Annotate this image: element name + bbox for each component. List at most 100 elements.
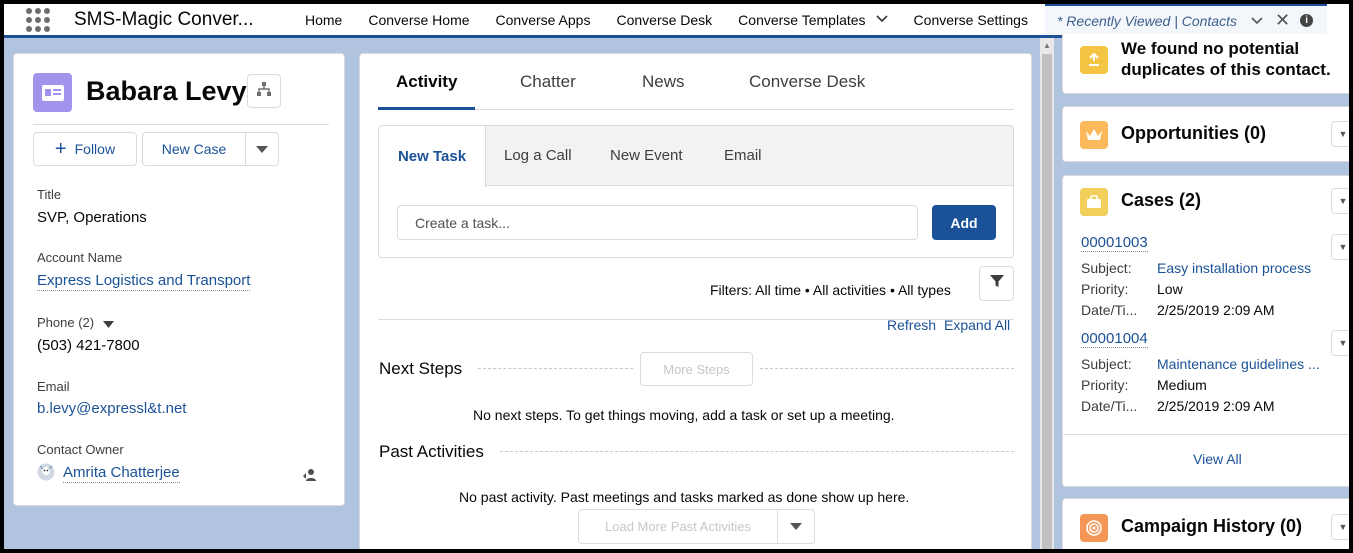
page-scrollbar[interactable]: ▲ (1040, 38, 1054, 549)
activity-panel: Activity Chatter News Converse Desk New … (359, 53, 1032, 549)
account-name-link[interactable]: Express Logistics and Transport (37, 272, 251, 291)
chevron-down-icon[interactable] (875, 14, 888, 26)
campaign-menu-button[interactable]: ▼ (1331, 514, 1349, 540)
next-steps-title: Next Steps (379, 359, 463, 378)
add-button[interactable]: Add (932, 205, 996, 240)
filter-button[interactable] (979, 266, 1014, 301)
follow-button[interactable]: + Follow (33, 132, 137, 166)
duplicates-message-line: duplicates of this contact. (1121, 60, 1331, 79)
case-subject-link[interactable]: Easy installation process (1157, 260, 1311, 276)
case-date-value: 2/25/2019 2:09 AM (1157, 302, 1275, 318)
tab-email[interactable]: Email (724, 147, 762, 164)
nav-item-home[interactable]: Home (292, 4, 355, 35)
caret-down-icon (256, 141, 268, 157)
duplicates-message: We found no potential duplicates of this… (1121, 38, 1331, 80)
app-launcher-icon[interactable] (26, 7, 50, 32)
more-steps-button[interactable]: More Steps (640, 352, 753, 386)
nav-item-converse-settings[interactable]: Converse Settings (901, 4, 1041, 35)
contact-owner-link[interactable]: Amrita Chatterjee (63, 464, 180, 483)
new-case-button[interactable]: New Case (142, 132, 246, 166)
case-subject-link[interactable]: Maintenance guidelines ... (1157, 356, 1320, 372)
divider (760, 368, 1014, 369)
campaign-history-card: Campaign History (0) ▼ (1062, 498, 1349, 549)
tab-new-event[interactable]: New Event (610, 147, 683, 164)
contact-owner-label: Contact Owner (37, 442, 124, 457)
tab-recently-viewed-contacts[interactable]: * Recently Viewed | Contacts ✕ i (1044, 4, 1327, 35)
email-label: Email (37, 379, 70, 394)
divider (1063, 434, 1349, 435)
campaign-icon (1080, 514, 1108, 542)
case-date-label: Date/Ti... (1081, 302, 1138, 318)
load-more-dropdown[interactable] (777, 509, 815, 544)
app-frame: SMS-Magic Conver... Home Converse Home C… (4, 4, 1349, 549)
opportunities-menu-button[interactable]: ▼ (1331, 121, 1349, 147)
cases-title[interactable]: Cases (2) (1121, 190, 1201, 211)
follow-label: Follow (74, 141, 116, 157)
cases-menu-button[interactable]: ▼ (1331, 188, 1349, 214)
contact-highlights-panel: Babara Levy + Follow New Case Title SVP,… (13, 53, 345, 506)
cases-card: Cases (2) ▼ 00001003 ▼ Subject: Easy ins… (1062, 175, 1349, 487)
account-name-label: Account Name (37, 250, 123, 265)
close-icon[interactable]: ✕ (1275, 10, 1290, 31)
past-activities-title: Past Activities (379, 442, 484, 461)
hierarchy-button[interactable] (247, 74, 281, 108)
caret-down-icon: ▼ (1338, 129, 1348, 139)
tab-label: * Recently Viewed | Contacts (1056, 12, 1237, 29)
case-priority-value: Medium (1157, 377, 1207, 393)
refresh-link[interactable]: Refresh (887, 317, 936, 333)
tab-activity[interactable]: Activity (378, 72, 476, 110)
tab-chatter[interactable]: Chatter (520, 72, 576, 110)
caret-down-icon[interactable] (102, 316, 114, 331)
campaign-history-title[interactable]: Campaign History (0) (1121, 516, 1302, 537)
tab-log-a-call[interactable]: Log a Call (504, 147, 572, 164)
more-actions-dropdown[interactable] (245, 132, 279, 166)
contact-icon (33, 73, 72, 112)
tab-converse-desk[interactable]: Converse Desk (749, 72, 865, 110)
caret-down-icon: ▼ (1338, 196, 1348, 206)
plus-icon: + (54, 137, 67, 160)
chevron-down-icon[interactable] (1251, 14, 1263, 28)
duplicates-card: We found no potential duplicates of this… (1062, 34, 1349, 94)
info-icon[interactable]: i (1300, 14, 1314, 27)
activity-tabs: Activity Chatter News Converse Desk (378, 68, 1014, 110)
case-date-label: Date/Ti... (1081, 398, 1138, 414)
case-priority-label: Priority: (1081, 281, 1129, 297)
case-subject-label: Subject: (1081, 260, 1132, 276)
case-number-link[interactable]: 00001003 (1081, 234, 1148, 252)
nav-item-converse-apps[interactable]: Converse Apps (483, 4, 604, 35)
duplicate-rule-icon (1080, 46, 1108, 74)
divider (478, 368, 633, 369)
opportunities-title[interactable]: Opportunities (0) (1121, 123, 1266, 144)
tab-news[interactable]: News (642, 72, 685, 110)
load-more-past-activities-button[interactable]: Load More Past Activities (578, 509, 778, 544)
expand-all-link[interactable]: Expand All (944, 317, 1010, 333)
caret-down-icon (790, 518, 802, 536)
case-subject-label: Subject: (1081, 356, 1132, 372)
scroll-up-icon[interactable]: ▲ (1043, 41, 1051, 50)
scrollbar-thumb[interactable] (1042, 54, 1052, 549)
case-row-menu-button[interactable]: ▼ (1331, 234, 1349, 260)
view-all-cases-link[interactable]: View All (1193, 451, 1242, 467)
activity-composer: New Task Log a Call New Event Email Crea… (378, 125, 1014, 258)
caret-down-icon: ▼ (1338, 338, 1348, 348)
case-row-menu-button[interactable]: ▼ (1331, 330, 1349, 356)
phone-label-text: Phone (2) (37, 315, 95, 330)
change-owner-icon[interactable] (302, 467, 318, 488)
title-value: SVP, Operations (37, 209, 147, 226)
caret-down-icon: ▼ (1338, 522, 1348, 532)
opportunity-icon (1080, 121, 1108, 149)
owner-avatar (37, 463, 55, 486)
divider (33, 124, 329, 125)
create-task-input[interactable]: Create a task... (397, 205, 918, 240)
phone-value[interactable]: (503) 421-7800 (37, 337, 140, 354)
tab-new-task[interactable]: New Task (379, 126, 486, 187)
nav-item-label: Converse Templates (738, 11, 866, 28)
title-label: Title (37, 187, 62, 202)
case-priority-label: Priority: (1081, 377, 1129, 393)
nav-item-converse-home[interactable]: Converse Home (355, 4, 482, 35)
nav-item-converse-desk[interactable]: Converse Desk (603, 4, 725, 35)
email-link[interactable]: b.levy@expressl&t.net (37, 400, 186, 417)
case-number-link[interactable]: 00001004 (1081, 330, 1148, 348)
nav-item-converse-templates[interactable]: Converse Templates (725, 4, 900, 35)
case-icon (1080, 188, 1108, 216)
